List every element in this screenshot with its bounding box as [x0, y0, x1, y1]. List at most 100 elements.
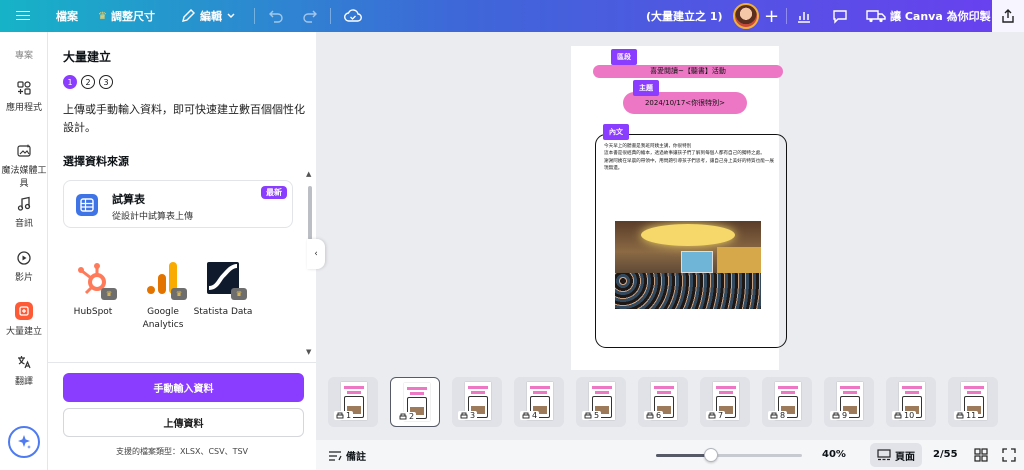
field-label-section: 區段: [611, 49, 637, 65]
cloud-saved-icon[interactable]: [344, 8, 362, 24]
redo-icon[interactable]: [302, 9, 318, 23]
rail-item-audio[interactable]: 音訊: [0, 196, 48, 229]
print-icon: [894, 412, 902, 418]
page-thumbnail[interactable]: 6: [638, 377, 688, 427]
integration-hubspot[interactable]: ♛ HubSpot: [63, 258, 123, 319]
thumbnail-number-text: 7: [718, 411, 724, 420]
event-photo[interactable]: [615, 221, 761, 309]
scrollbar-thumb[interactable]: [308, 186, 312, 240]
photo-screen: [681, 251, 713, 273]
content-frame[interactable]: 今天早上的聽書是我班阿姨主講，你很特別 這本書是很經典的繪本，透過故事讓孩子們了…: [595, 134, 787, 348]
manual-input-button[interactable]: 手動輸入資料: [63, 373, 304, 402]
zoom-slider-handle[interactable]: [704, 448, 719, 462]
bottom-bar: 備註 40% 頁面 2/55: [316, 440, 1024, 470]
panel-title: 大量建立: [63, 50, 112, 64]
share-upload-icon: [1002, 9, 1014, 23]
grid-view-icon[interactable]: [974, 448, 988, 462]
page-view-button[interactable]: 頁面: [870, 443, 922, 467]
insights-chart-icon[interactable]: [796, 8, 812, 24]
page-thumbnail[interactable]: 3: [452, 377, 502, 427]
rail-item-projects[interactable]: 專案: [0, 48, 48, 61]
step-3: 3: [99, 75, 113, 89]
resize-button[interactable]: ♛ 調整尺寸: [98, 0, 155, 32]
page-thumbnail[interactable]: 5: [576, 377, 626, 427]
content-text[interactable]: 今天早上的聽書是我班阿姨主講，你很特別 這本書是很經典的繪本，透過故事讓孩子們了…: [604, 143, 776, 173]
rail-item-magic-media[interactable]: 魔法媒體工具: [0, 143, 48, 189]
spreadsheet-source-card[interactable]: 試算表 從設計中試算表上傳 最新: [63, 180, 293, 228]
print-icon: [646, 412, 654, 418]
menu-icon[interactable]: [16, 8, 30, 22]
edit-label: 編輯: [200, 10, 222, 23]
fullscreen-icon[interactable]: [1002, 448, 1016, 462]
scroll-up-arrow-icon[interactable]: ▲: [306, 170, 311, 178]
print-icon: [770, 412, 778, 418]
divider: [330, 8, 331, 24]
google-analytics-icon: ♛: [143, 258, 187, 300]
top-bar: 檔案 ♛ 調整尺寸 編輯 (大量建立之 1) + 讓 Canva 為你印製: [0, 0, 1024, 32]
page-thumbnail[interactable]: 8: [762, 377, 812, 427]
rail-item-apps[interactable]: 應用程式: [0, 80, 48, 113]
apps-icon: [17, 81, 31, 95]
thumbnail-number-text: 3: [470, 411, 476, 420]
rail-item-translate[interactable]: 翻譯: [0, 354, 48, 387]
step-2: 2: [81, 75, 95, 89]
crown-icon: ♛: [98, 10, 107, 22]
page-thumbnail[interactable]: 11: [948, 377, 998, 427]
print-icon: [460, 412, 468, 418]
page-thumbnail[interactable]: 1: [328, 377, 378, 427]
header-text[interactable]: 喜愛閱讀~【聽書】活動: [593, 65, 783, 78]
integration-label: Statista Data: [193, 307, 253, 317]
add-collaborator-button[interactable]: +: [764, 0, 779, 32]
undo-icon[interactable]: [268, 9, 284, 23]
print-label: 讓 Canva 為你印製: [890, 10, 991, 23]
thumbnail-number: 7: [706, 411, 726, 420]
spreadsheet-title: 試算表: [112, 193, 145, 206]
thumbnail-number: 8: [768, 411, 788, 420]
left-rail: 專案 應用程式 魔法媒體工具 音訊 影片 大量建立 翻譯: [0, 32, 48, 470]
print-icon: [832, 412, 840, 418]
sparkle-icon: [18, 435, 31, 449]
zoom-level[interactable]: 40%: [822, 449, 846, 460]
print-with-canva-button[interactable]: 讓 Canva 為你印製: [866, 0, 991, 32]
document-title-text: (大量建立之 1): [646, 10, 723, 23]
integration-statista[interactable]: ♛ Statista Data: [193, 258, 253, 319]
photo-ceiling-light: [641, 224, 735, 246]
rail-item-video[interactable]: 影片: [0, 250, 48, 283]
rail-item-bulk-create[interactable]: 大量建立: [0, 302, 48, 337]
video-icon: [17, 251, 31, 265]
rail-item-label: 翻譯: [14, 377, 33, 387]
avatar[interactable]: [733, 3, 759, 29]
bulk-create-icon: [15, 302, 33, 320]
integration-google-analytics[interactable]: ♛ Google Analytics: [133, 258, 193, 332]
thumbnail-number-text: 9: [842, 411, 848, 420]
step-1: 1: [63, 75, 77, 89]
thumbnail-number: 3: [458, 411, 478, 420]
collapse-panel-button[interactable]: ‹: [307, 239, 325, 269]
rail-item-label: 魔法媒體工具: [1, 166, 47, 189]
page-thumbnail[interactable]: 2: [390, 377, 440, 427]
photo-audience: [615, 273, 761, 309]
comment-icon[interactable]: [832, 8, 848, 24]
zoom-slider[interactable]: [656, 448, 802, 462]
notes-button[interactable]: 備註: [328, 448, 366, 463]
upload-data-button[interactable]: 上傳資料: [63, 408, 304, 437]
thumbnail-number-text: 11: [966, 411, 977, 420]
bulk-create-panel: 大量建立 1 2 3 上傳或手動輸入資料，即可快速建立數百個個性化設計。 選擇資…: [48, 32, 316, 470]
chevron-down-icon: [227, 13, 235, 18]
design-page[interactable]: 喜愛閱讀~【聽書】活動 區段 2024/10/17<你很特別> 主題 今天早上的…: [571, 46, 787, 370]
page-thumbnail[interactable]: 9: [824, 377, 874, 427]
page-thumbnail-strip: 1 2 3 4 5 6 7 8 9 10 11: [328, 377, 1024, 427]
integration-label: HubSpot: [73, 307, 113, 317]
magic-assistant-button[interactable]: [8, 426, 40, 458]
resize-label: 調整尺寸: [110, 10, 155, 23]
page-counter[interactable]: 2/55: [933, 449, 958, 460]
document-title[interactable]: (大量建立之 1): [646, 0, 723, 32]
share-button[interactable]: [992, 0, 1024, 32]
panel-description: 上傳或手動輸入資料，即可快速建立數百個個性化設計。: [63, 103, 305, 134]
scroll-down-arrow-icon[interactable]: ▼: [306, 348, 311, 356]
page-thumbnail[interactable]: 7: [700, 377, 750, 427]
file-menu[interactable]: 檔案: [56, 0, 78, 32]
page-thumbnail[interactable]: 4: [514, 377, 564, 427]
page-thumbnail[interactable]: 10: [886, 377, 936, 427]
edit-mode-dropdown[interactable]: 編輯: [180, 0, 236, 32]
